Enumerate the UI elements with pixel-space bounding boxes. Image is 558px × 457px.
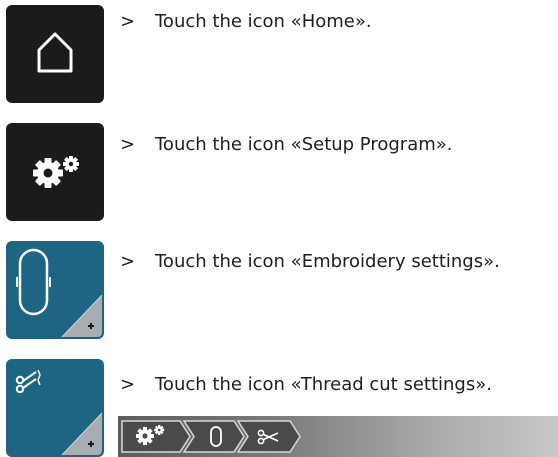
embroidery-hoop-icon [16, 248, 103, 338]
step-marker: > [120, 11, 136, 32]
step-embroidery-settings: > Touch the icon «Embroidery settings». [120, 251, 500, 273]
step-marker: > [120, 134, 136, 155]
setup-program-button[interactable] [6, 123, 104, 221]
breadcrumb [118, 416, 558, 457]
step-marker: > [120, 374, 136, 395]
step-text: Touch the icon «Setup Program». [155, 134, 453, 155]
home-button[interactable] [6, 5, 104, 103]
breadcrumb-item-thread-cut[interactable] [236, 420, 301, 453]
home-icon [37, 32, 73, 73]
step-text: Touch the icon «Home». [155, 11, 372, 32]
step-thread-cut-settings: > Touch the icon «Thread cut settings». [120, 374, 492, 396]
scissors-icon [15, 369, 103, 456]
step-text: Touch the icon «Thread cut settings». [155, 374, 492, 395]
step-text: Touch the icon «Embroidery settings». [155, 251, 500, 272]
gears-icon [33, 156, 79, 188]
breadcrumb-item-embroidery[interactable] [182, 420, 245, 453]
thread-cut-settings-button[interactable] [6, 359, 104, 457]
step-setup-program: > Touch the icon «Setup Program». [120, 134, 453, 156]
step-marker: > [120, 251, 136, 272]
breadcrumb-item-setup[interactable] [121, 420, 191, 453]
embroidery-settings-button[interactable] [6, 241, 104, 339]
step-home: > Touch the icon «Home». [120, 11, 372, 33]
